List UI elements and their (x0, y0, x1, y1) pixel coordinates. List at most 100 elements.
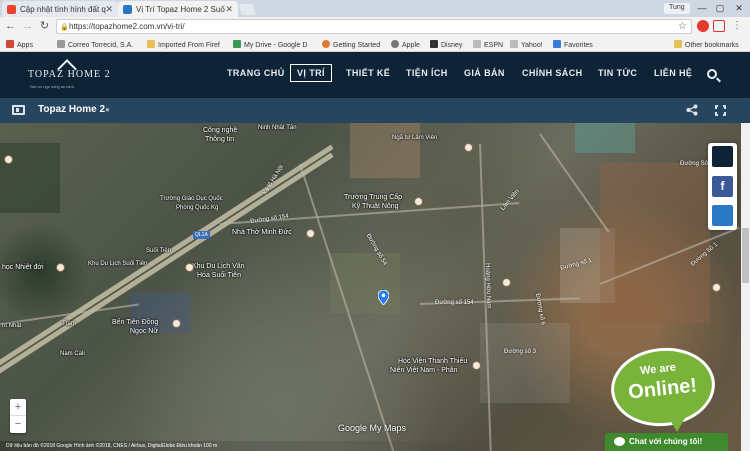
favorites-icon (553, 40, 561, 48)
apps-icon (6, 40, 14, 48)
url-text: https://topazhome2.com.vn/vi-tri/ (69, 22, 185, 31)
bookmark-apps[interactable]: Apps (6, 40, 33, 49)
place-label: Niên Việt Nam - Phân (390, 367, 458, 374)
map-block (600, 163, 710, 323)
home-logo-icon[interactable] (712, 146, 733, 167)
forward-icon[interactable]: → (21, 20, 34, 33)
apple-icon (391, 40, 399, 48)
drive-icon (233, 40, 241, 48)
speech-bubble-tail (669, 418, 685, 432)
poi-marker-icon[interactable] (185, 263, 194, 272)
close-window-icon[interactable]: ✕ (731, 2, 747, 14)
site-header: TOPAZ HOME 2 Nơi cư ngụ sống an lành TRA… (0, 52, 750, 98)
poi-marker-icon[interactable] (502, 278, 511, 287)
page-icon (57, 40, 65, 48)
tab-title: Vị Trí Topaz Home 2 Suố (136, 5, 225, 14)
share-icon[interactable] (686, 104, 698, 116)
map-block (575, 123, 635, 153)
place-label: Khu Du Lịch Văn (192, 263, 245, 270)
nav-vi-tri[interactable]: VỊ TRÍ (290, 64, 332, 82)
place-label: Khu Du Lịch Suối Tiên (88, 261, 148, 267)
bookmark-drive[interactable]: My Drive - Google D (233, 40, 307, 49)
other-bookmarks[interactable]: Other bookmarks (674, 40, 739, 49)
map-header: Topaz Home 2 ● (0, 98, 750, 123)
road-label: Đường số 3 (504, 349, 536, 355)
map-block (330, 253, 400, 313)
logo-text: TOPAZ HOME 2 (28, 69, 111, 80)
close-tab-icon[interactable]: ✕ (105, 4, 113, 15)
site-logo[interactable]: TOPAZ HOME 2 Nơi cư ngụ sống an lành (28, 59, 114, 92)
poi-marker-icon[interactable] (56, 263, 65, 272)
map-block (350, 123, 420, 178)
map-title: Topaz Home 2 (38, 104, 106, 115)
bookmark-favorites[interactable]: Favorites (553, 40, 593, 49)
nav-thiet-ke[interactable]: THIẾT KẾ (346, 68, 390, 78)
bookmark-star-icon[interactable]: ☆ (678, 21, 687, 32)
menu-icon[interactable]: ⋮ (731, 20, 743, 32)
folder-icon (147, 40, 155, 48)
poi-marker-icon[interactable] (306, 229, 315, 238)
fullscreen-icon[interactable] (714, 104, 727, 117)
bookmark-yahoo[interactable]: Yahoo! (510, 40, 543, 49)
bookmark-apple[interactable]: Apple (391, 40, 420, 49)
new-tab-button[interactable] (237, 4, 257, 15)
bookmark-getting-started[interactable]: Getting Started (322, 40, 380, 49)
bookmark-imported[interactable]: Imported From Firef (147, 40, 220, 49)
location-pin-icon[interactable] (378, 290, 389, 305)
page-icon (430, 40, 438, 48)
poi-marker-icon[interactable] (712, 283, 721, 292)
address-bar[interactable]: 🔒 https://topazhome2.com.vn/vi-tri/ ☆ (56, 19, 692, 34)
place-label: Ninh Nhật Tân (258, 125, 297, 131)
browser-tab-strip: Cập nhật tình hình đất q ✕ Vị Trí Topaz … (0, 0, 750, 17)
tab-topaz-location[interactable]: Vị Trí Topaz Home 2 Suố ✕ (118, 1, 238, 17)
zoom-in-button[interactable]: + (10, 399, 26, 416)
poi-marker-icon[interactable] (172, 319, 181, 328)
road-label: Lâm Viên (500, 188, 521, 212)
back-icon[interactable]: ← (4, 20, 17, 33)
facebook-icon[interactable]: f (712, 176, 733, 197)
poi-marker-icon[interactable] (4, 155, 13, 164)
logo-tagline: Nơi cư ngụ sống an lành (30, 84, 74, 89)
map-legend-icon[interactable] (12, 105, 25, 115)
firefox-icon (322, 40, 330, 48)
tab-news[interactable]: Cập nhật tình hình đất q ✕ (2, 1, 118, 17)
poi-marker-icon[interactable] (464, 143, 473, 152)
browser-toolbar: ← → ↻ 🔒 https://topazhome2.com.vn/vi-tri… (0, 17, 750, 36)
chat-button[interactable]: Chat với chúng tôi! (605, 433, 728, 451)
poi-marker-icon[interactable] (414, 197, 423, 206)
brochure-icon[interactable] (712, 205, 733, 226)
bookmark-disney[interactable]: Disney (430, 40, 462, 49)
lock-icon: 🔒 (60, 24, 69, 31)
poi-marker-icon[interactable] (472, 361, 481, 370)
place-label: Học Viện Thanh Thiếu (398, 358, 468, 365)
search-icon[interactable] (707, 69, 717, 79)
place-label: Trường Trung Cấp (344, 194, 403, 201)
nav-trang-chu[interactable]: TRANG CHỦ (227, 68, 285, 78)
maximize-icon[interactable]: ▢ (712, 2, 728, 14)
map-block (130, 293, 190, 333)
folder-icon (674, 40, 682, 48)
bookmark-espn[interactable]: ESPN (473, 40, 503, 49)
nav-gia-ban[interactable]: GIÁ BÁN (464, 68, 505, 78)
nav-chinh-sach[interactable]: CHÍNH SÁCH (522, 68, 583, 78)
place-label: Nhà Thờ Minh Đức (232, 229, 292, 236)
scrollbar-thumb[interactable] (742, 228, 749, 283)
reload-icon[interactable]: ↻ (38, 20, 51, 33)
extension-icon[interactable] (697, 20, 709, 32)
nav-lien-he[interactable]: LIÊN HỆ (654, 68, 692, 78)
map-details-icon[interactable]: ● (105, 105, 110, 114)
nav-tien-ich[interactable]: TIỆN ÍCH (406, 68, 448, 78)
bookmark-correo[interactable]: Correo Torrecid, S.A. (57, 40, 133, 49)
page-scrollbar[interactable] (741, 123, 750, 451)
close-tab-icon[interactable]: ✕ (225, 4, 233, 15)
chart-extension-icon[interactable] (713, 20, 725, 32)
profile-button[interactable]: Tung (664, 3, 690, 14)
tab-favicon (123, 5, 132, 14)
page-icon (473, 40, 481, 48)
place-label: học Nhiệt đới (2, 264, 44, 271)
zoom-out-button[interactable]: − (10, 416, 26, 433)
nav-tin-tuc[interactable]: TIN TỨC (598, 68, 637, 78)
place-label: Thông tin (205, 136, 235, 143)
minimize-icon[interactable]: — (694, 2, 710, 14)
social-sidebar: f (708, 143, 737, 230)
